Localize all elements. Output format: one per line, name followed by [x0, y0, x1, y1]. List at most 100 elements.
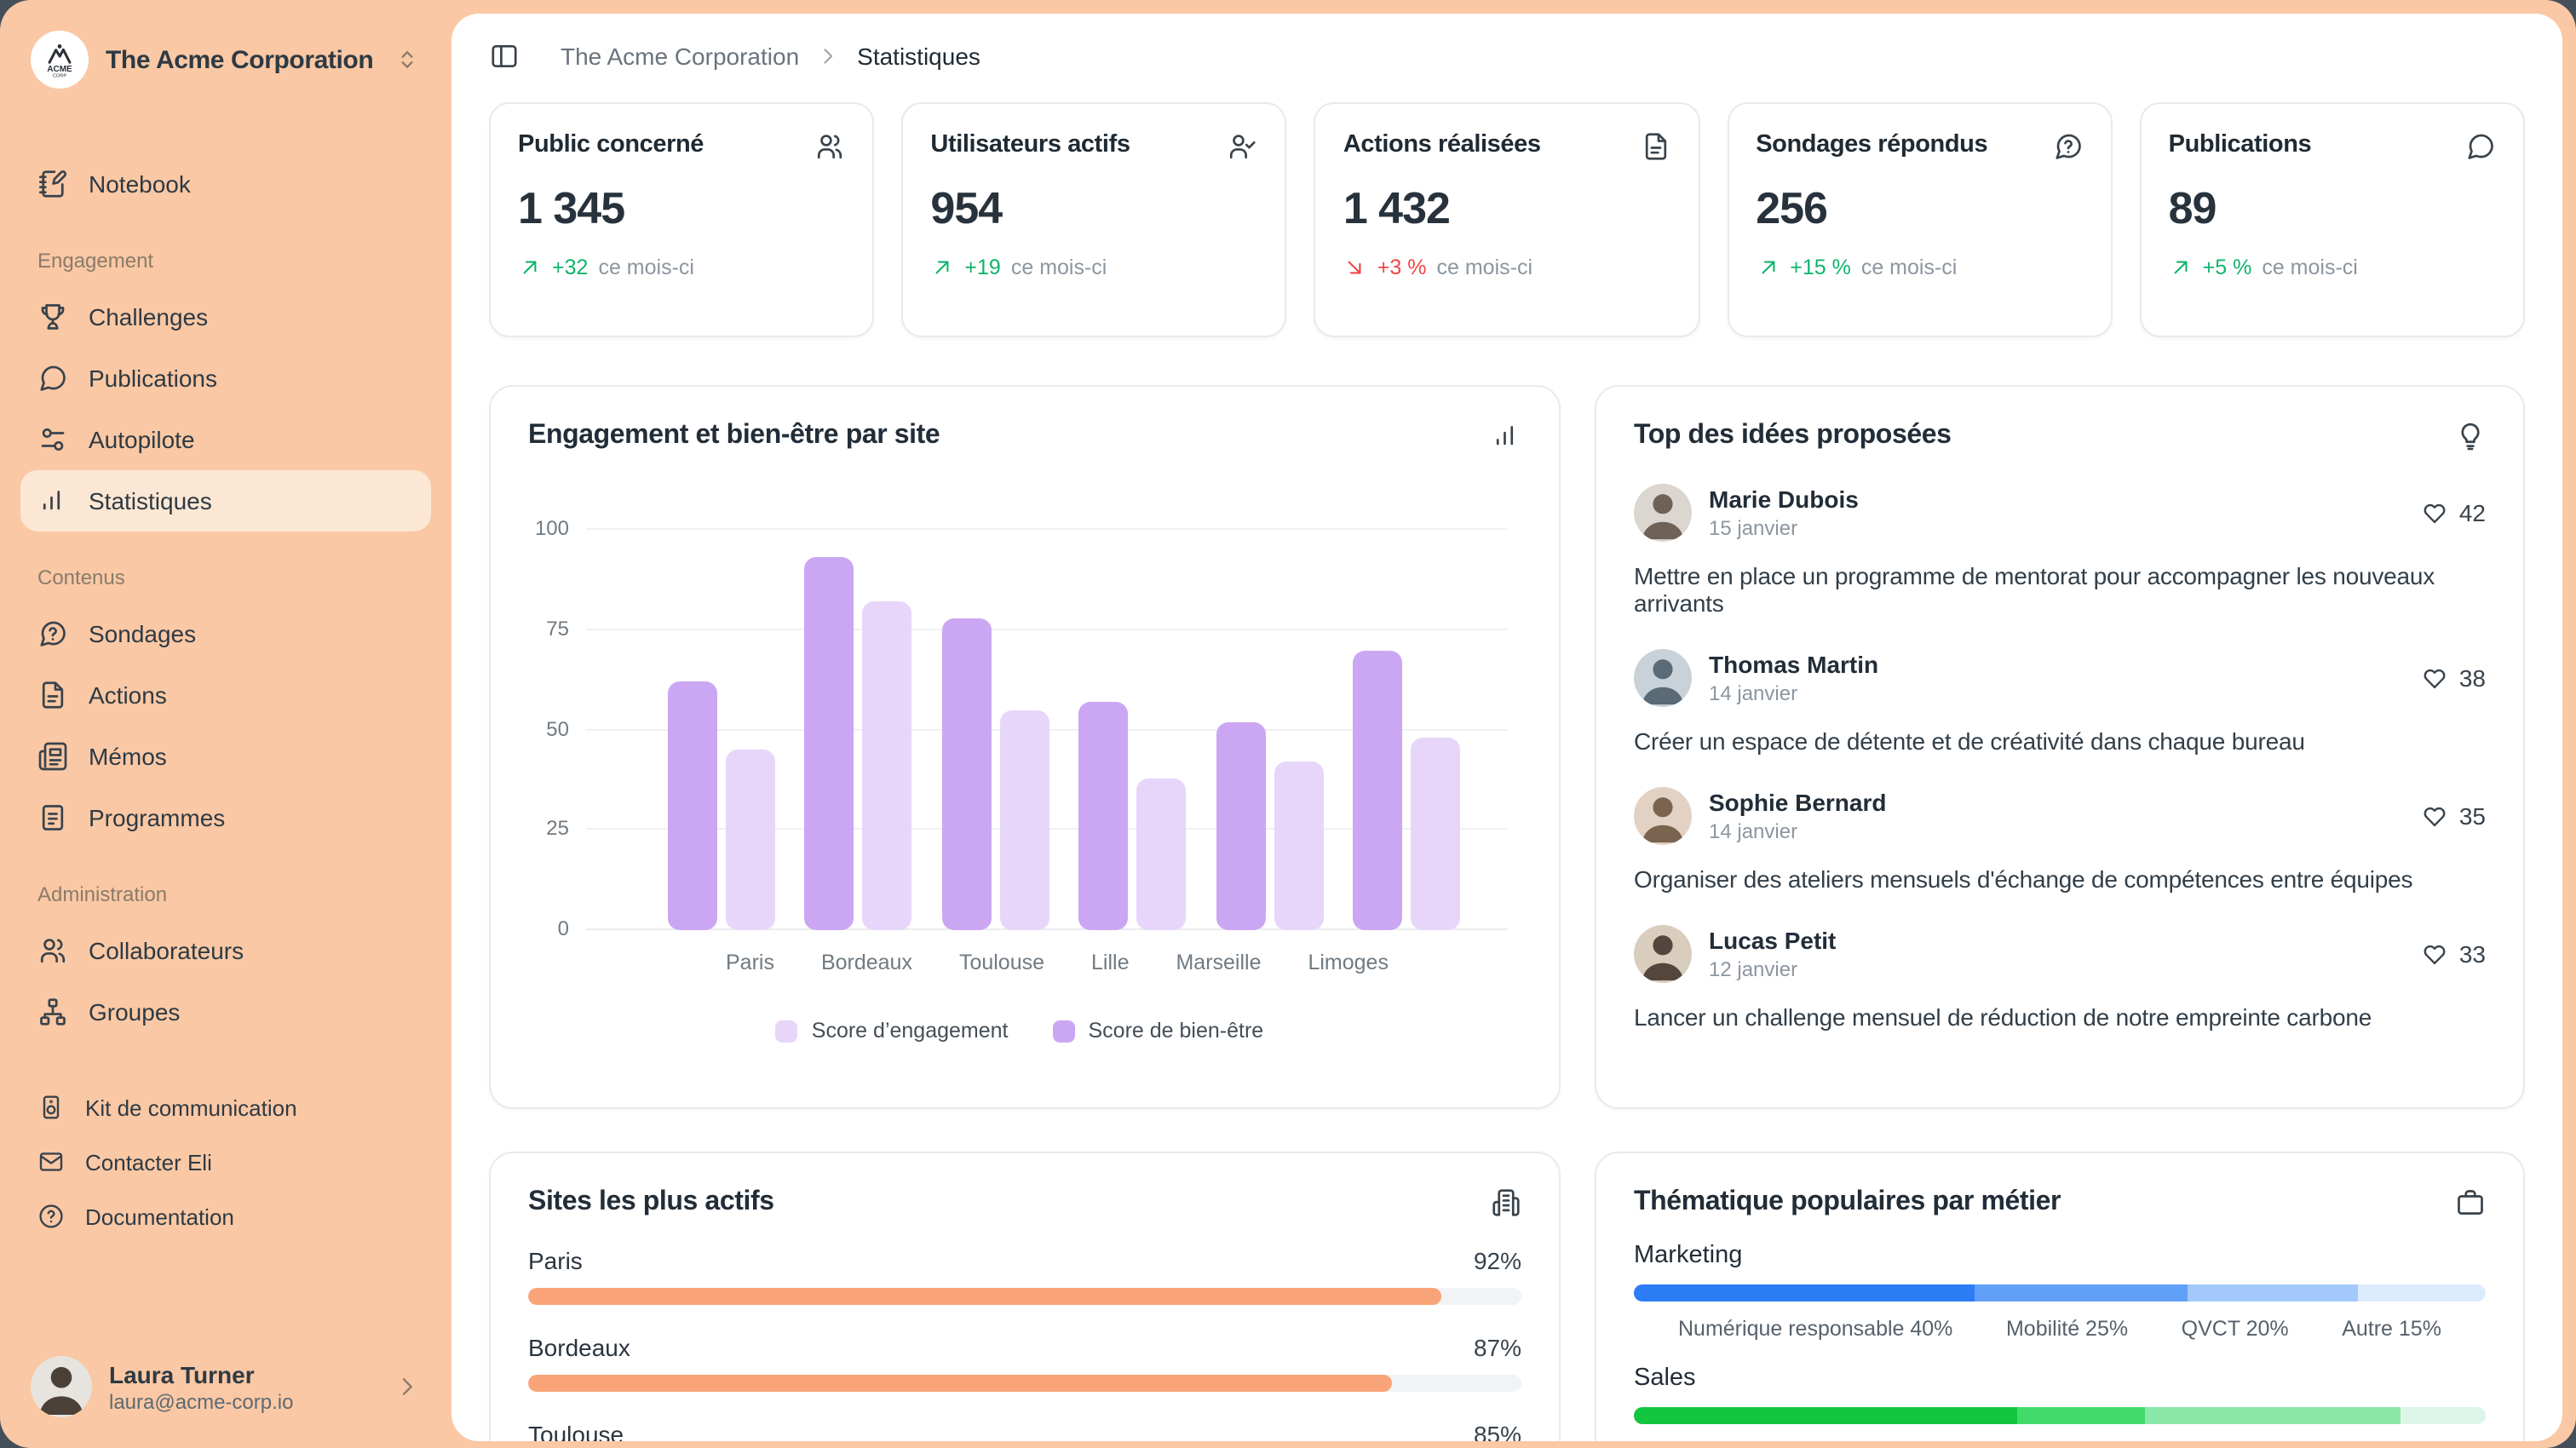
- progress-fill: [528, 1375, 1392, 1392]
- sidebar-item-statistiques[interactable]: Statistiques: [20, 470, 431, 532]
- org-chart-icon: [37, 997, 68, 1027]
- idea-item: Marie Dubois 15 janvier 42 Mettre en pla…: [1596, 484, 2523, 617]
- sidebar-item-challenges[interactable]: Challenges: [20, 286, 431, 348]
- bar: [1078, 702, 1128, 930]
- engagement-chart-card: Engagement et bien-être par site 0255075…: [489, 385, 1561, 1109]
- bar: [1136, 778, 1186, 930]
- x-axis-label: Limoges: [1308, 951, 1389, 974]
- idea-date: 12 janvier: [1709, 957, 2405, 981]
- idea-author: Marie Dubois: [1709, 486, 2405, 513]
- stat-delta-suffix: ce mois-ci: [598, 256, 694, 279]
- segment-labels: Numérique responsable 40%Mobilité 25%QVC…: [1634, 1317, 2486, 1341]
- file-text-icon: [37, 680, 68, 710]
- breadcrumb-root[interactable]: The Acme Corporation: [561, 43, 799, 70]
- bar-segment: [2017, 1407, 2145, 1424]
- stat-delta: +5 %: [2203, 256, 2252, 279]
- user-menu[interactable]: Laura Turner laura@acme-corp.io: [20, 1346, 431, 1428]
- bar: [668, 682, 717, 930]
- bar-chart-icon: [1491, 421, 1521, 451]
- sidebar-item-sondages[interactable]: Sondages: [20, 603, 431, 664]
- bar-group-bordeaux: [805, 558, 912, 930]
- stat-value: 256: [1756, 182, 2083, 235]
- stat-title: Public concerné: [518, 131, 704, 158]
- theme-group-label: Sales: [1634, 1365, 2486, 1392]
- sidebar-item-notebook[interactable]: Notebook: [20, 153, 431, 215]
- sidebar-item-label: Challenges: [89, 303, 208, 330]
- like-button[interactable]: 38: [2422, 664, 2486, 692]
- site-value: 87%: [1474, 1334, 1521, 1361]
- sidebar-item-label: Contacter Eli: [85, 1149, 212, 1175]
- sidebar-item-publications[interactable]: Publications: [20, 348, 431, 409]
- sidebar: ACME CORP The Acme Corporation Notebook …: [0, 0, 451, 1448]
- trend-up-icon: [1756, 256, 1780, 279]
- x-axis-label: Paris: [726, 951, 774, 974]
- newspaper-icon: [37, 741, 68, 772]
- sidebar-item-memos[interactable]: Mémos: [20, 726, 431, 787]
- segment-label: Santé mentale 45%: [1678, 1439, 1864, 1441]
- person-icon: [1634, 649, 1692, 707]
- sidebar-item-autopilote[interactable]: Autopilote: [20, 409, 431, 470]
- sites-title: Sites les plus actifs: [528, 1187, 774, 1218]
- like-button[interactable]: 42: [2422, 499, 2486, 526]
- stat-title: Utilisateurs actifs: [930, 131, 1130, 158]
- legend-item: Score d’engagement: [776, 1019, 1009, 1043]
- sidebar-item-kit-communication[interactable]: Kit de communication: [20, 1080, 431, 1135]
- y-axis-tick: 50: [546, 716, 569, 740]
- like-button[interactable]: 35: [2422, 802, 2486, 830]
- avatar: [31, 1356, 92, 1417]
- segmented-bar: [1634, 1407, 2486, 1424]
- segment-label: Numérique responsable 40%: [1678, 1317, 1952, 1341]
- idea-date: 15 janvier: [1709, 516, 2405, 540]
- site-label: Paris: [528, 1247, 583, 1274]
- progress-track: [528, 1288, 1521, 1305]
- help-circle-icon: [37, 1203, 65, 1230]
- sidebar-item-documentation[interactable]: Documentation: [20, 1189, 431, 1244]
- chevrons-up-down-icon: [394, 46, 421, 73]
- stat-delta-suffix: ce mois-ci: [2262, 256, 2358, 279]
- idea-text: Lancer un challenge mensuel de réduction…: [1634, 1003, 2486, 1031]
- segment-labels: Santé mentale 45%Management & RH 15%Cybe…: [1634, 1439, 2486, 1441]
- trophy-icon: [37, 302, 68, 332]
- stat-title: Sondages répondus: [1756, 131, 1987, 158]
- segment-label: Autre 10%: [2342, 1439, 2441, 1441]
- sidebar-item-programmes[interactable]: Programmes: [20, 787, 431, 848]
- idea-date: 14 janvier: [1709, 819, 2405, 843]
- sidebar-item-label: Mémos: [89, 743, 167, 770]
- stat-delta: +19: [964, 256, 1000, 279]
- bar: [1411, 738, 1460, 930]
- sidebar-toggle-icon[interactable]: [489, 41, 520, 72]
- site-value: 92%: [1474, 1247, 1521, 1274]
- stat-title: Actions réalisées: [1343, 131, 1541, 158]
- trend-up-icon: [518, 256, 542, 279]
- stat-delta-suffix: ce mois-ci: [1437, 256, 1533, 279]
- bar-group-lille: [1078, 702, 1186, 930]
- theme-group-label: Marketing: [1634, 1242, 2486, 1269]
- idea-item: Sophie Bernard 14 janvier 35 Organiser d…: [1596, 787, 2523, 893]
- chart-title: Engagement et bien-être par site: [528, 421, 940, 451]
- avatar: [1634, 649, 1692, 707]
- segment-label: QVCT 20%: [2182, 1317, 2289, 1341]
- acme-logo-icon: ACME CORP: [37, 37, 82, 82]
- bar-group-paris: [668, 682, 775, 930]
- sidebar-item-label: Groupes: [89, 998, 180, 1026]
- idea-text: Mettre en place un programme de mentorat…: [1634, 562, 2486, 617]
- sidebar-nav: Notebook Engagement Challenges Publicati…: [20, 153, 431, 1244]
- breadcrumb-current: Statistiques: [857, 43, 980, 70]
- segment-label: Cybersécurité 30%: [2139, 1439, 2319, 1441]
- person-icon: [31, 1356, 92, 1417]
- y-axis-tick: 0: [558, 916, 569, 940]
- user-check-icon: [1228, 131, 1258, 162]
- org-switcher[interactable]: ACME CORP The Acme Corporation: [20, 24, 431, 95]
- sidebar-item-contacter-eli[interactable]: Contacter Eli: [20, 1135, 431, 1189]
- site-value: 85%: [1474, 1421, 1521, 1441]
- stat-card-actions-realisees: Actions réalisées 1 432 +3 %ce mois-ci: [1314, 102, 1699, 337]
- sidebar-item-groupes[interactable]: Groupes: [20, 981, 431, 1043]
- sidebar-item-collaborateurs[interactable]: Collaborateurs: [20, 920, 431, 981]
- notebook-icon: [37, 169, 68, 199]
- x-axis-label: Toulouse: [959, 951, 1044, 974]
- bar-group-limoges: [1353, 650, 1460, 930]
- sidebar-item-actions[interactable]: Actions: [20, 664, 431, 726]
- like-button[interactable]: 33: [2422, 940, 2486, 968]
- svg-text:ACME: ACME: [47, 65, 72, 74]
- person-icon: [1634, 484, 1692, 542]
